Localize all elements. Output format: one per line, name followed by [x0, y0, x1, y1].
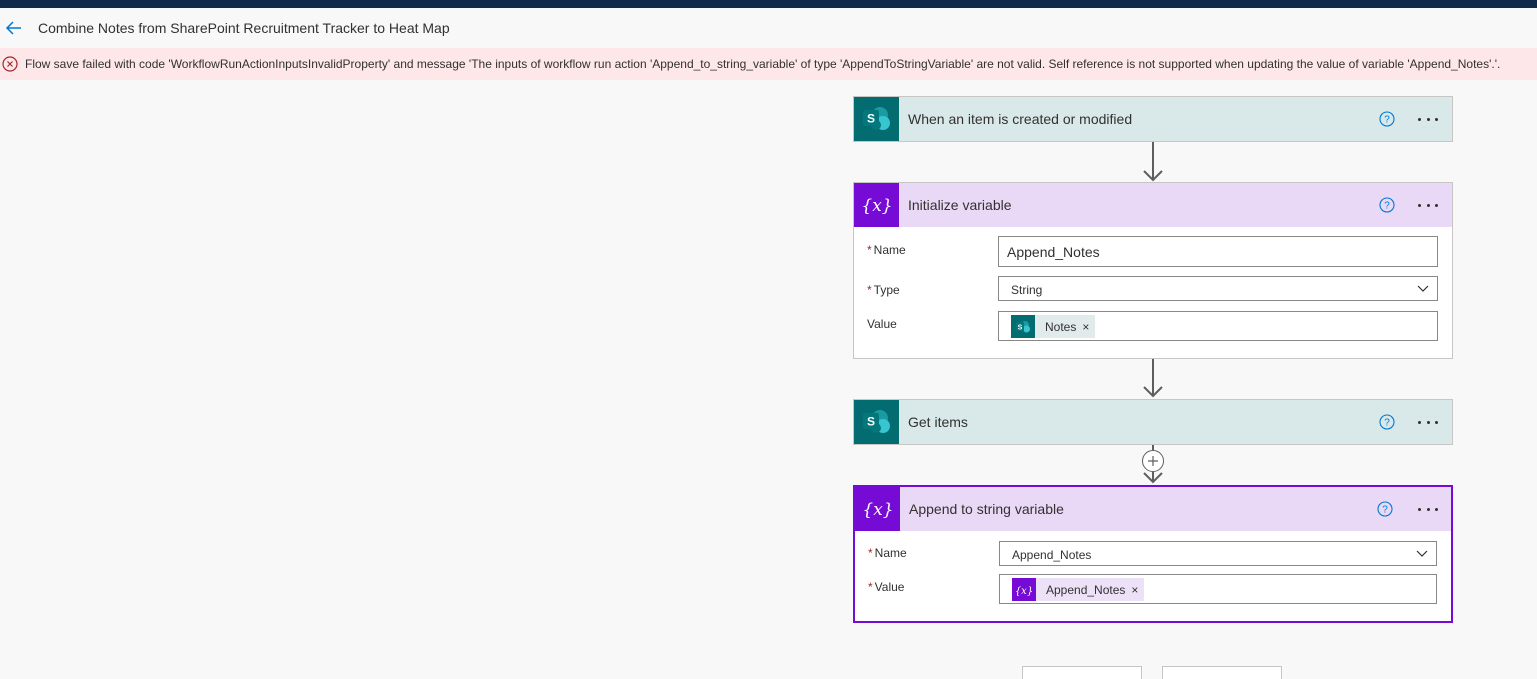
get-items-card[interactable]: S Get items ? [853, 399, 1453, 445]
sharepoint-icon: S [854, 97, 899, 141]
flow-title: Combine Notes from SharePoint Recruitmen… [38, 20, 450, 36]
svg-text:?: ? [1384, 201, 1390, 212]
error-circle-icon [2, 56, 18, 72]
svg-text:S: S [866, 415, 874, 429]
notes-token[interactable]: S Notes × [1011, 315, 1096, 338]
svg-text:{x}: {x} [864, 500, 892, 520]
svg-text:?: ? [1382, 505, 1388, 516]
help-icon[interactable]: ? [1377, 501, 1393, 517]
get-items-title: Get items [908, 414, 968, 430]
initialize-variable-card[interactable]: {x} Initialize variable ? *Name Append_N… [853, 182, 1453, 359]
more-options-icon[interactable] [1416, 499, 1440, 519]
arrow-down-icon [1143, 472, 1163, 484]
remove-token-icon[interactable]: × [1082, 320, 1089, 334]
trigger-card-header[interactable]: S When an item is created or modified ? [854, 97, 1452, 141]
name-label: * Name [868, 546, 907, 560]
help-icon[interactable]: ? [1379, 414, 1395, 430]
arrow-down-icon [1143, 170, 1163, 182]
more-options-icon[interactable] [1416, 195, 1440, 215]
flow-header: Combine Notes from SharePoint Recruitmen… [0, 8, 1537, 48]
arrow-down-icon [1143, 386, 1163, 398]
append-value-input[interactable]: {x} Append_Notes × [999, 574, 1437, 604]
save-button[interactable] [1162, 666, 1282, 679]
sharepoint-icon: S [854, 400, 899, 444]
chevron-down-icon [1416, 550, 1428, 557]
more-options-icon[interactable] [1416, 109, 1440, 129]
append-variable-title: Append to string variable [909, 501, 1064, 517]
svg-text:{x}: {x} [1015, 586, 1033, 597]
value-label: Value [867, 317, 897, 331]
sharepoint-icon: S [1011, 315, 1035, 338]
plus-icon [1148, 456, 1158, 466]
variable-value-input[interactable]: S Notes × [998, 311, 1438, 341]
append-variable-card[interactable]: {x} Append to string variable ? *Name Ap… [853, 485, 1453, 623]
initialize-variable-header[interactable]: {x} Initialize variable ? [854, 183, 1452, 227]
name-label: * Name [867, 243, 906, 257]
insert-step-button[interactable] [1142, 450, 1164, 472]
error-message: Flow save failed with code 'WorkflowRunA… [25, 57, 1501, 71]
append-notes-token[interactable]: {x} Append_Notes × [1012, 578, 1145, 601]
chevron-down-icon [1417, 285, 1429, 292]
help-icon[interactable]: ? [1379, 111, 1395, 127]
svg-text:?: ? [1384, 115, 1390, 126]
variable-type-dropdown[interactable]: String [998, 276, 1438, 301]
back-arrow-icon[interactable] [4, 18, 24, 38]
append-name-dropdown[interactable]: Append_Notes [999, 541, 1437, 566]
get-items-header[interactable]: S Get items ? [854, 400, 1452, 444]
trigger-card[interactable]: S When an item is created or modified ? [853, 96, 1453, 142]
remove-token-icon[interactable]: × [1131, 583, 1138, 597]
trigger-title: When an item is created or modified [908, 111, 1133, 127]
append-variable-header[interactable]: {x} Append to string variable ? [855, 487, 1451, 531]
more-options-icon[interactable] [1416, 412, 1440, 432]
variable-icon: {x} [855, 487, 900, 531]
variable-icon: {x} [854, 183, 899, 227]
type-label: * Type [867, 283, 900, 297]
variable-name-input[interactable]: Append_Notes [998, 236, 1438, 267]
svg-text:{x}: {x} [863, 196, 891, 216]
new-step-button[interactable] [1022, 666, 1142, 679]
svg-text:S: S [1018, 324, 1023, 331]
svg-text:S: S [866, 112, 874, 126]
svg-text:?: ? [1384, 418, 1390, 429]
value-label: * Value [868, 580, 905, 594]
help-icon[interactable]: ? [1379, 197, 1395, 213]
token-label: Notes [1045, 319, 1077, 334]
error-banner: Flow save failed with code 'WorkflowRunA… [0, 48, 1537, 80]
top-bar [0, 0, 1537, 8]
token-label: Append_Notes [1046, 582, 1126, 597]
variable-icon: {x} [1012, 578, 1036, 601]
initialize-variable-title: Initialize variable [908, 197, 1012, 213]
